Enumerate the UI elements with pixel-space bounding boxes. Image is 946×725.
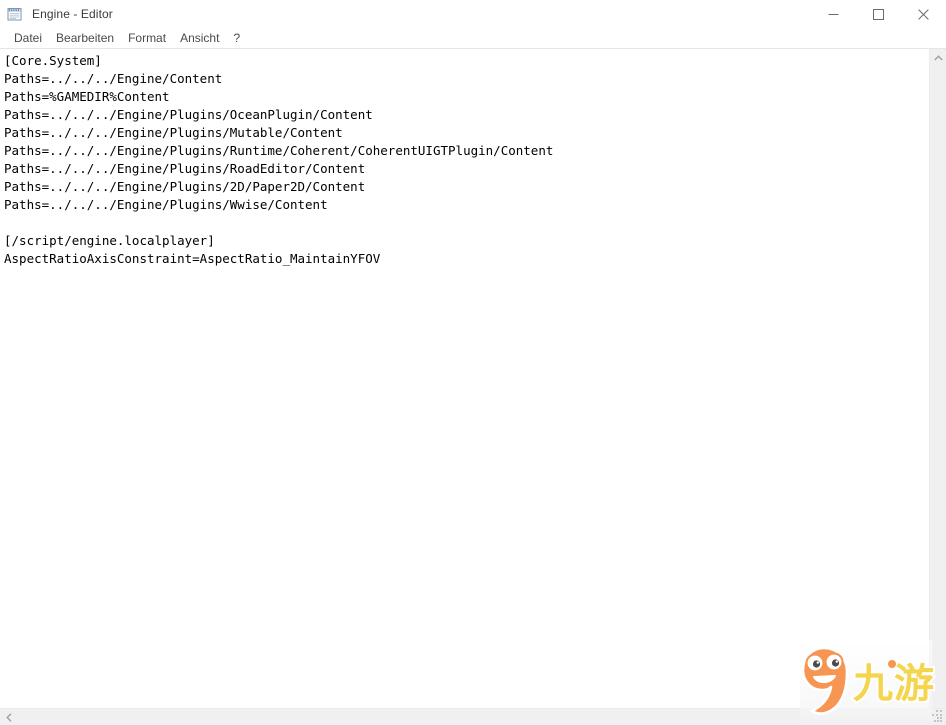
window-title: Engine - Editor — [32, 7, 113, 21]
scroll-up-button[interactable] — [930, 49, 946, 66]
title-bar[interactable]: Engine - Editor — [0, 0, 946, 28]
menu-item-datei[interactable]: Datei — [7, 29, 49, 48]
notepad-icon — [7, 6, 23, 22]
maximize-button[interactable] — [856, 0, 901, 28]
window-controls — [811, 0, 946, 28]
resize-grip[interactable] — [932, 711, 944, 723]
chevron-left-icon — [5, 712, 11, 722]
menu-bar: Datei Bearbeiten Format Ansicht ? — [0, 28, 946, 49]
close-button[interactable] — [901, 0, 946, 28]
text-editor-area[interactable]: [Core.System] Paths=../../../Engine/Cont… — [0, 49, 929, 708]
menu-item-ansicht[interactable]: Ansicht — [173, 29, 226, 48]
minimize-button[interactable] — [811, 0, 856, 28]
scroll-left-button[interactable] — [0, 709, 17, 725]
menu-item-help[interactable]: ? — [226, 29, 247, 48]
menu-item-format[interactable]: Format — [121, 29, 173, 48]
menu-item-bearbeiten[interactable]: Bearbeiten — [49, 29, 121, 48]
vertical-scrollbar[interactable] — [929, 49, 946, 708]
editor-text[interactable]: [Core.System] Paths=../../../Engine/Cont… — [0, 49, 929, 268]
horizontal-scrollbar[interactable] — [0, 708, 946, 725]
chevron-up-icon — [933, 54, 943, 60]
notepad-window: Engine - Editor Datei Bearbeiten Format … — [0, 0, 946, 725]
